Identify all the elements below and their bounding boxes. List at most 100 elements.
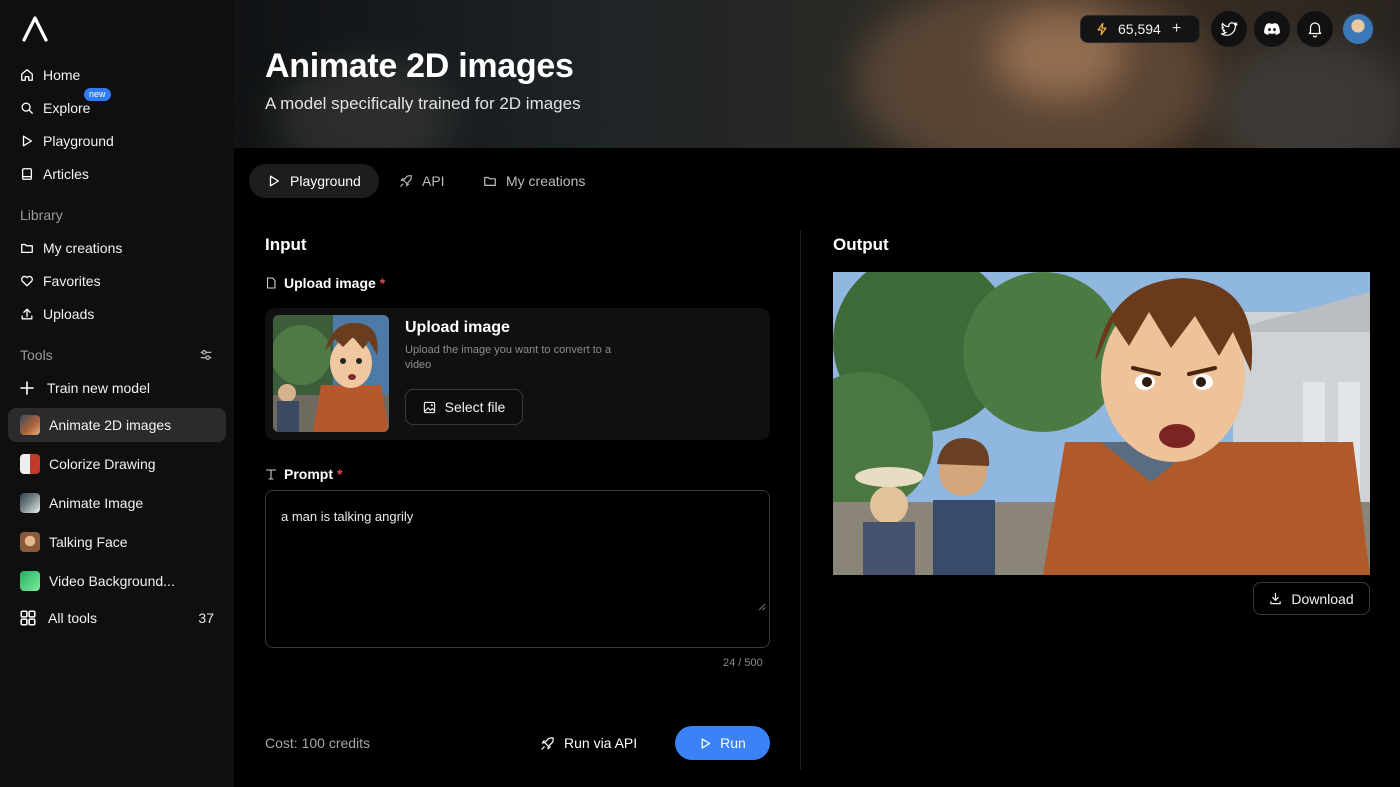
run-via-api-button[interactable]: Run via API: [540, 726, 637, 760]
folder-icon: [21, 243, 33, 254]
tab-label: Playground: [290, 173, 361, 189]
uploaded-image-thumbnail: [273, 315, 389, 432]
tool-thumbnail: [20, 532, 40, 552]
play-icon: [701, 737, 711, 749]
run-cost: Cost: 100 credits: [265, 735, 371, 751]
sidebar-item-explore[interactable]: Explore: [8, 91, 226, 125]
discord-button[interactable]: [1254, 11, 1290, 47]
sidebar-item-label: Video Background...: [49, 573, 175, 589]
sidebar-item-home[interactable]: Home: [8, 58, 226, 92]
sidebar-item-uploads[interactable]: Uploads: [8, 297, 226, 331]
bell-icon: [1308, 22, 1322, 38]
avatar[interactable]: [1341, 12, 1375, 46]
discord-icon: [1264, 23, 1280, 35]
sidebar-tool-talking-face[interactable]: Talking Face: [8, 525, 226, 559]
tool-thumbnail: [20, 415, 40, 435]
sidebar-item-label: Playground: [43, 133, 114, 149]
prompt-text: a man is talking angrily: [281, 509, 414, 524]
new-badge: new: [84, 88, 111, 101]
home-icon: [21, 69, 33, 81]
sidebar-item-my-creations[interactable]: My creations: [8, 231, 226, 265]
play-icon: [22, 135, 33, 147]
sidebar-item-label: All tools: [48, 610, 98, 626]
panel-divider: [800, 230, 801, 770]
sidebar-item-playground[interactable]: Playground: [8, 124, 226, 158]
required-mark: *: [337, 466, 343, 482]
run-button[interactable]: Run: [675, 726, 770, 760]
all-tools-count: 37: [198, 610, 214, 626]
output-panel-title: Output: [833, 235, 889, 254]
add-credits-button[interactable]: +: [1172, 20, 1181, 38]
page-title: Animate 2D images: [265, 47, 574, 85]
sidebar-tool-animate-2d-images[interactable]: Animate 2D images: [8, 408, 226, 442]
prompt-label-text: Prompt: [284, 466, 333, 482]
resize-handle-icon[interactable]: [758, 603, 766, 611]
sidebar-item-label: Talking Face: [49, 534, 128, 550]
select-file-label: Select file: [444, 399, 506, 415]
sidebar: Home Explore new Playground Articles Lib…: [0, 0, 234, 787]
play-icon: [269, 175, 280, 187]
image-icon: [423, 401, 435, 413]
sidebar-item-label: My creations: [43, 240, 123, 256]
notifications-button[interactable]: [1297, 11, 1333, 47]
sidebar-item-train-new-model[interactable]: Train new model: [8, 371, 226, 405]
run-via-api-label: Run via API: [564, 735, 638, 751]
book-icon: [21, 168, 33, 180]
sidebar-item-articles[interactable]: Articles: [8, 157, 226, 191]
input-panel-title: Input: [265, 235, 307, 254]
lightning-icon: [1097, 22, 1107, 36]
grid-icon: [20, 610, 36, 626]
sidebar-item-label: Explore: [43, 100, 91, 116]
tab-api[interactable]: API: [381, 164, 463, 198]
sidebar-item-all-tools[interactable]: All tools 37: [8, 601, 226, 635]
sidebar-tool-video-background[interactable]: Video Background...: [8, 564, 226, 598]
prompt-char-count: 24 / 500: [723, 657, 763, 669]
library-section-label: Library: [20, 207, 63, 223]
upload-image-label: Upload image *: [265, 275, 385, 291]
search-icon: [21, 102, 33, 114]
output-video-preview[interactable]: [833, 272, 1370, 575]
app-logo-icon[interactable]: [19, 13, 51, 45]
required-mark: *: [379, 275, 386, 291]
credits-value: 65,594: [1118, 21, 1161, 37]
sidebar-item-label: Colorize Drawing: [49, 456, 156, 472]
upload-image-label-text: Upload image: [284, 275, 376, 291]
folder-icon: [484, 176, 496, 186]
twitter-button[interactable]: [1211, 11, 1247, 47]
text-icon: [265, 469, 277, 480]
sidebar-tool-animate-image[interactable]: Animate Image: [8, 486, 226, 520]
upload-card[interactable]: Upload image Upload the image you want t…: [265, 308, 770, 440]
prompt-label: Prompt *: [265, 466, 342, 482]
tool-thumbnail: [20, 493, 40, 513]
sidebar-tool-colorize-drawing[interactable]: Colorize Drawing: [8, 447, 226, 481]
plus-icon: [20, 381, 34, 395]
file-icon: [266, 277, 276, 289]
download-label: Download: [1291, 590, 1354, 607]
upload-icon: [21, 308, 33, 320]
credits-balance[interactable]: 65,594 +: [1080, 15, 1200, 43]
sidebar-item-favorites[interactable]: Favorites: [8, 264, 226, 298]
sidebar-item-label: Animate Image: [49, 495, 144, 511]
rocket-icon: [541, 736, 554, 750]
run-label: Run: [720, 735, 746, 751]
tab-playground[interactable]: Playground: [249, 164, 379, 198]
tab-my-creations[interactable]: My creations: [465, 164, 603, 198]
prompt-textarea[interactable]: a man is talking angrily: [265, 490, 770, 648]
sidebar-item-label: Train new model: [47, 380, 150, 396]
download-icon: [1270, 592, 1282, 605]
select-file-button[interactable]: Select file: [405, 389, 523, 425]
sliders-icon[interactable]: [199, 348, 213, 362]
sidebar-item-label: Home: [43, 67, 81, 83]
sidebar-item-label: Articles: [43, 166, 89, 182]
hero-decoration: [1214, 40, 1400, 148]
download-button[interactable]: Download: [1253, 582, 1370, 615]
sidebar-item-label: Uploads: [43, 306, 95, 322]
upload-card-title: Upload image: [405, 319, 510, 336]
page-subtitle: A model specifically trained for 2D imag…: [265, 94, 581, 113]
tools-section-label: Tools: [20, 347, 53, 363]
twitter-icon: [1220, 22, 1238, 36]
tab-label: API: [422, 173, 445, 189]
sidebar-item-label: Animate 2D images: [49, 417, 172, 433]
tab-label: My creations: [506, 173, 586, 189]
heart-icon: [21, 275, 33, 287]
